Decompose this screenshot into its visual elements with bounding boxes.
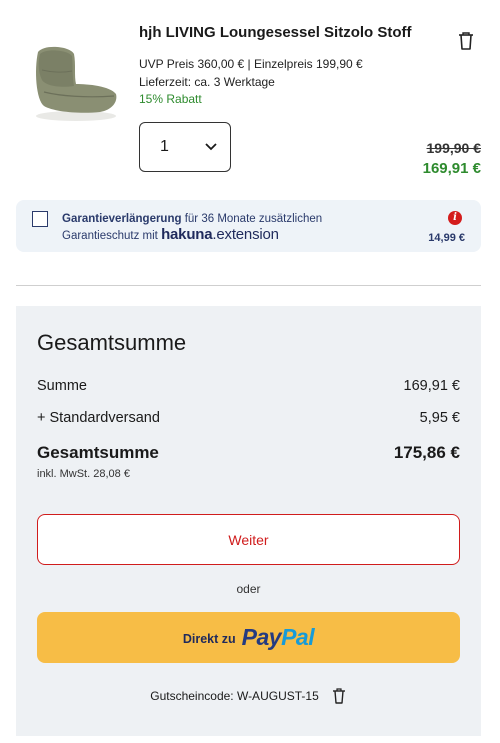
quantity-select[interactable]: 1 (139, 122, 231, 172)
shipping-value: 5,95 € (419, 410, 460, 426)
warranty-title-rest: für 36 Monate zusätzlichen (181, 213, 323, 225)
paypal-button[interactable]: Direkt zu PayPal (37, 612, 460, 663)
warranty-checkbox[interactable] (32, 211, 48, 227)
paypal-prefix: Direkt zu (182, 631, 236, 646)
warranty-extension-box: Garantieverlängerung für 36 Monate zusät… (16, 200, 481, 252)
warranty-line2: Garantieschutz mit (62, 230, 158, 242)
shipping-label: + Standardversand (37, 410, 160, 426)
paypal-logo: PayPal (241, 624, 315, 650)
summary-title: Gesamtsumme (37, 330, 187, 355)
remove-coupon-trash-icon[interactable] (331, 687, 347, 705)
subtotal-row: Summe 169,91 € (37, 378, 460, 394)
subtotal-label: Summe (37, 378, 87, 394)
total-value: 175,86 € (393, 443, 460, 462)
product-image[interactable] (30, 40, 122, 124)
order-summary: Gesamtsumme Summe 169,91 € + Standardver… (16, 306, 481, 736)
total-row: Gesamtsumme 175,86 € (37, 443, 460, 463)
trash-icon[interactable] (456, 30, 476, 52)
coupon-row: Gutscheincode: W-AUGUST-15 (16, 687, 481, 705)
product-price-info: UVP Preis 360,00 € | Einzelpreis 199,90 … (139, 57, 363, 71)
warranty-title: Garantieverlängerung (62, 213, 182, 225)
continue-button[interactable]: Weiter (37, 514, 460, 565)
coupon-code: Gutscheincode: W-AUGUST-15 (150, 689, 319, 703)
subtotal-value: 169,91 € (403, 378, 460, 394)
quantity-value: 1 (160, 138, 169, 155)
delivery-time: Lieferzeit: ca. 3 Werktage (139, 75, 275, 89)
chevron-down-icon (205, 143, 217, 151)
or-separator: oder (236, 582, 261, 596)
product-title[interactable]: hjh LIVING Loungesessel Sitzolo Stoff (139, 24, 412, 41)
divider (16, 285, 481, 286)
info-icon[interactable]: i (448, 211, 462, 225)
shipping-row: + Standardversand 5,95 € (37, 410, 460, 426)
total-label: Gesamtsumme (37, 443, 159, 462)
cart-item: hjh LIVING Loungesessel Sitzolo Stoff UV… (0, 0, 500, 200)
old-price: 199,90 € (426, 140, 482, 156)
new-price: 169,91 € (422, 160, 481, 177)
vat-note: inkl. MwSt. 28,08 € (37, 468, 130, 480)
discount-label: 15% Rabatt (139, 92, 202, 106)
warranty-price: 14,99 € (428, 232, 465, 244)
hakuna-logo: hakuna.extension (161, 226, 279, 243)
warranty-text: Garantieverlängerung für 36 Monate zusät… (62, 212, 322, 244)
